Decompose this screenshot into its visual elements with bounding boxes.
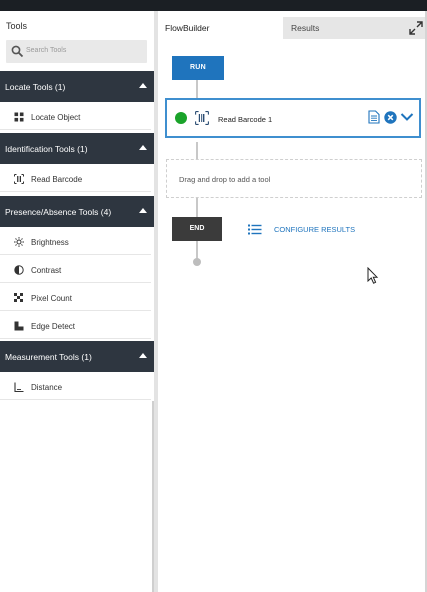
tool-pixel-count[interactable]: Pixel Count	[0, 285, 151, 311]
locate-object-icon	[14, 112, 24, 122]
flowbuilder-panel: FlowBuilder Results RUN Read Barcode 1 D…	[158, 11, 427, 592]
drop-zone-text: Drag and drop to add a tool	[179, 175, 271, 184]
tool-label: Edge Detect	[31, 322, 76, 331]
collapse-caret-icon	[139, 145, 147, 150]
category-label: Measurement Tools (1)	[5, 352, 92, 362]
tool-label: Contrast	[31, 266, 62, 275]
tab-flowbuilder[interactable]: FlowBuilder	[158, 17, 283, 39]
tool-read-barcode[interactable]: Read Barcode	[0, 166, 151, 192]
category-measurement-tools[interactable]: Measurement Tools (1)	[0, 341, 154, 372]
tool-label: Pixel Count	[31, 294, 72, 303]
chevron-down-icon[interactable]	[400, 112, 414, 122]
tool-label: Brightness	[31, 238, 69, 247]
end-node: END	[172, 217, 222, 241]
expand-icon[interactable]	[409, 21, 423, 35]
collapse-caret-icon	[139, 353, 147, 358]
flow-connector	[196, 142, 198, 159]
tool-card-label: Read Barcode 1	[218, 115, 273, 124]
tools-panel: Tools Search Tools Locate Tools (1) Loca…	[0, 11, 154, 592]
drop-zone[interactable]: Drag and drop to add a tool	[166, 159, 422, 198]
tool-label: Read Barcode	[31, 175, 83, 184]
category-locate-tools[interactable]: Locate Tools (1)	[0, 71, 154, 102]
tool-contrast[interactable]: Contrast	[0, 257, 151, 283]
document-icon[interactable]	[368, 110, 380, 124]
tool-brightness[interactable]: Brightness	[0, 229, 151, 255]
search-placeholder: Search Tools	[26, 47, 67, 54]
barcode-icon	[195, 111, 209, 125]
collapse-caret-icon	[139, 83, 147, 88]
contrast-icon	[14, 265, 24, 275]
status-indicator	[175, 112, 187, 124]
category-presence-absence-tools[interactable]: Presence/Absence Tools (4)	[0, 196, 154, 227]
flow-connector	[196, 80, 198, 98]
flow-connector	[196, 198, 198, 217]
search-input[interactable]: Search Tools	[6, 40, 147, 63]
distance-icon	[14, 382, 24, 392]
flow-end-dot	[193, 258, 201, 266]
tab-results[interactable]: Results	[284, 17, 404, 39]
tool-edge-detect[interactable]: Edge Detect	[0, 313, 151, 339]
collapse-caret-icon	[139, 208, 147, 213]
pixel-count-icon	[14, 293, 23, 302]
mouse-cursor-icon	[367, 267, 379, 284]
tab-bar: FlowBuilder Results	[158, 17, 427, 39]
close-icon[interactable]	[384, 111, 397, 124]
edge-detect-icon	[14, 321, 24, 331]
configure-results-label: CONFIGURE RESULTS	[274, 225, 356, 234]
list-icon	[248, 224, 262, 235]
search-icon	[11, 45, 24, 58]
flow-tool-read-barcode[interactable]: Read Barcode 1	[165, 98, 421, 138]
tools-title: Tools	[6, 21, 28, 31]
run-button[interactable]: RUN	[172, 56, 224, 80]
category-label: Presence/Absence Tools (4)	[5, 207, 112, 217]
category-identification-tools[interactable]: Identification Tools (1)	[0, 133, 154, 164]
category-label: Identification Tools (1)	[5, 144, 88, 154]
tool-locate-object[interactable]: Locate Object	[0, 104, 151, 130]
title-bar	[0, 0, 427, 11]
category-label: Locate Tools (1)	[5, 82, 66, 92]
brightness-icon	[14, 237, 24, 247]
tool-label: Distance	[31, 383, 63, 392]
tool-distance[interactable]: Distance	[0, 374, 151, 400]
tool-label: Locate Object	[31, 113, 81, 122]
barcode-icon	[14, 174, 24, 184]
